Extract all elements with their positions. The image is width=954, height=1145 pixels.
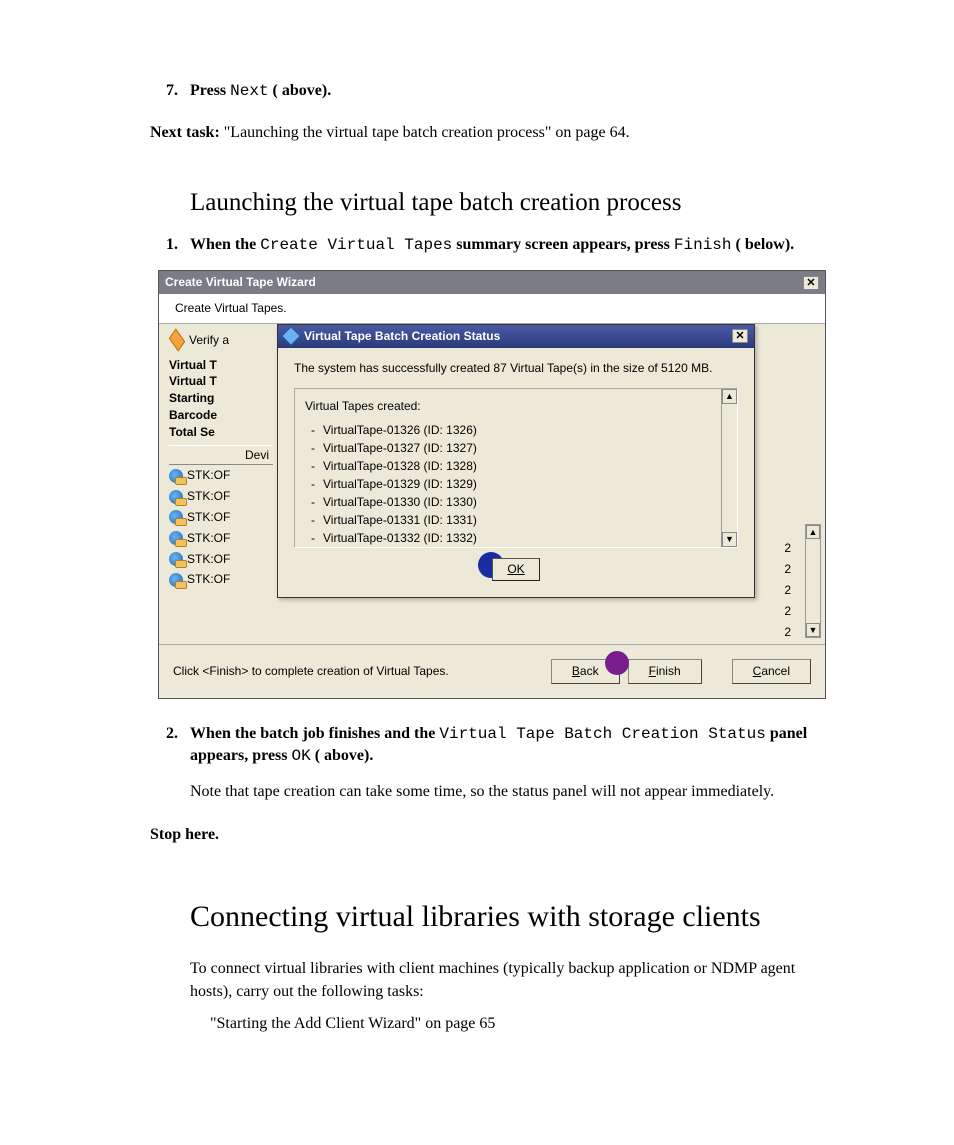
close-icon[interactable]: ✕: [803, 276, 819, 290]
doc-step-7: 7. Press Next ( above).: [190, 80, 834, 102]
scrollbar[interactable]: ▲ ▼: [805, 524, 821, 638]
cancel-button[interactable]: Cancel: [732, 659, 811, 684]
list-item: VirtualTape-01331 (ID: 1331): [305, 511, 727, 529]
step-number: 2.: [166, 723, 178, 745]
device-row[interactable]: STK:OF: [169, 549, 273, 570]
close-icon[interactable]: ✕: [732, 329, 748, 343]
step1-code2: Finish: [674, 236, 732, 254]
main-heading: Connecting virtual libraries with storag…: [190, 896, 834, 938]
dialog-body: The system has successfully created 87 V…: [278, 348, 754, 598]
next-task-label: Next task:: [150, 124, 224, 141]
step2-post: ( above).: [311, 747, 374, 764]
summary-label: Total Se: [169, 424, 273, 441]
device-icon: [169, 490, 183, 504]
step-number: 1.: [166, 234, 178, 256]
next-task-text: "Launching the virtual tape batch creati…: [224, 124, 630, 141]
step2-pre: When the batch job finishes and the: [190, 725, 439, 742]
scroll-up-icon[interactable]: ▲: [722, 389, 737, 404]
verify-text: Verify a: [189, 332, 229, 349]
list-item: VirtualTape-01328 (ID: 1328): [305, 457, 727, 475]
wizard-titlebar[interactable]: Create Virtual Tape Wizard ✕: [159, 271, 825, 294]
dialog-titlebar[interactable]: Virtual Tape Batch Creation Status ✕: [278, 325, 754, 348]
next-task-line: Next task: "Launching the virtual tape b…: [150, 122, 834, 144]
device-row[interactable]: STK:OF: [169, 486, 273, 507]
wizard-subheader: Create Virtual Tapes.: [159, 294, 825, 324]
status-dialog: Virtual Tape Batch Creation Status ✕ The…: [277, 324, 755, 598]
step1-code: Create Virtual Tapes: [260, 236, 452, 254]
wizard-right-panel: 2 2 2 2 2 2 ▲ ▼ Virtual Tape Batch Creat…: [277, 324, 825, 644]
list-item: VirtualTape-01327 (ID: 1327): [305, 439, 727, 457]
wizard-window: Create Virtual Tape Wizard ✕ Create Virt…: [158, 270, 826, 698]
step2-code2: OK: [292, 747, 311, 765]
device-row[interactable]: STK:OF: [169, 465, 273, 486]
device-icon: [169, 573, 183, 587]
section-heading: Launching the virtual tape batch creatio…: [190, 185, 834, 220]
doc-step-2: 2. When the batch job finishes and the V…: [190, 723, 834, 768]
reference-line: "Starting the Add Client Wizard" on page…: [210, 1013, 834, 1035]
step2-code: Virtual Tape Batch Creation Status: [439, 725, 765, 743]
ok-button[interactable]: OK: [492, 558, 539, 581]
step7-post: ( above).: [269, 82, 332, 99]
list-item: VirtualTape-01329 (ID: 1329): [305, 475, 727, 493]
device-icon: [169, 552, 183, 566]
dialog-app-icon: [281, 326, 301, 346]
device-row[interactable]: STK:OF: [169, 528, 273, 549]
device-icon: [169, 531, 183, 545]
list-item: VirtualTape-01332 (ID: 1332): [305, 529, 727, 547]
finish-button[interactable]: Finish: [628, 659, 702, 684]
verify-row: Verify a: [169, 332, 273, 349]
dialog-message: The system has successfully created 87 V…: [294, 360, 738, 377]
step1-mid: summary screen appears, press: [452, 236, 674, 253]
summary-label: Virtual T: [169, 373, 273, 390]
device-row[interactable]: STK:OF: [169, 507, 273, 528]
dialog-title-text: Virtual Tape Batch Creation Status: [304, 328, 500, 345]
doc-step-1: 1. When the Create Virtual Tapes summary…: [190, 234, 834, 256]
device-icon: [169, 510, 183, 524]
dialog-list: Virtual Tapes created: VirtualTape-01326…: [294, 388, 738, 548]
dialog-list-header: Virtual Tapes created:: [305, 397, 727, 415]
step7-code: Next: [230, 82, 268, 100]
summary-label: Virtual T: [169, 357, 273, 374]
summary-label: Starting: [169, 390, 273, 407]
wizard-title-text: Create Virtual Tape Wizard: [165, 274, 316, 291]
list-item: VirtualTape-01326 (ID: 1326): [305, 421, 727, 439]
note-paragraph: Note that tape creation can take some ti…: [190, 781, 834, 803]
wizard-footer: Click <Finish> to complete creation of V…: [159, 644, 825, 698]
footer-hint: Click <Finish> to complete creation of V…: [173, 663, 543, 680]
step-number: 7.: [166, 80, 178, 102]
device-header: Devi: [169, 445, 273, 466]
wizard-body: Verify a Virtual T Virtual T Starting Ba…: [159, 324, 825, 644]
intro-paragraph: To connect virtual libraries with client…: [190, 958, 834, 1003]
stop-here: Stop here.: [150, 824, 834, 846]
device-row[interactable]: STK:OF: [169, 569, 273, 590]
step1-post: ( below).: [736, 236, 795, 253]
list-item: VirtualTape-01330 (ID: 1330): [305, 493, 727, 511]
dialog-scrollbar[interactable]: ▲ ▼: [721, 389, 737, 547]
summary-label: Barcode: [169, 407, 273, 424]
step7-pre: Press: [190, 82, 230, 99]
scroll-down-icon[interactable]: ▼: [722, 532, 737, 547]
diamond-icon: [169, 329, 185, 352]
scroll-down-icon[interactable]: ▼: [806, 623, 820, 637]
device-icon: [169, 469, 183, 483]
callout-marker-purple: [605, 651, 629, 675]
step1-pre: When the: [190, 236, 260, 253]
scroll-up-icon[interactable]: ▲: [806, 525, 820, 539]
wizard-left-panel: Verify a Virtual T Virtual T Starting Ba…: [159, 324, 277, 644]
